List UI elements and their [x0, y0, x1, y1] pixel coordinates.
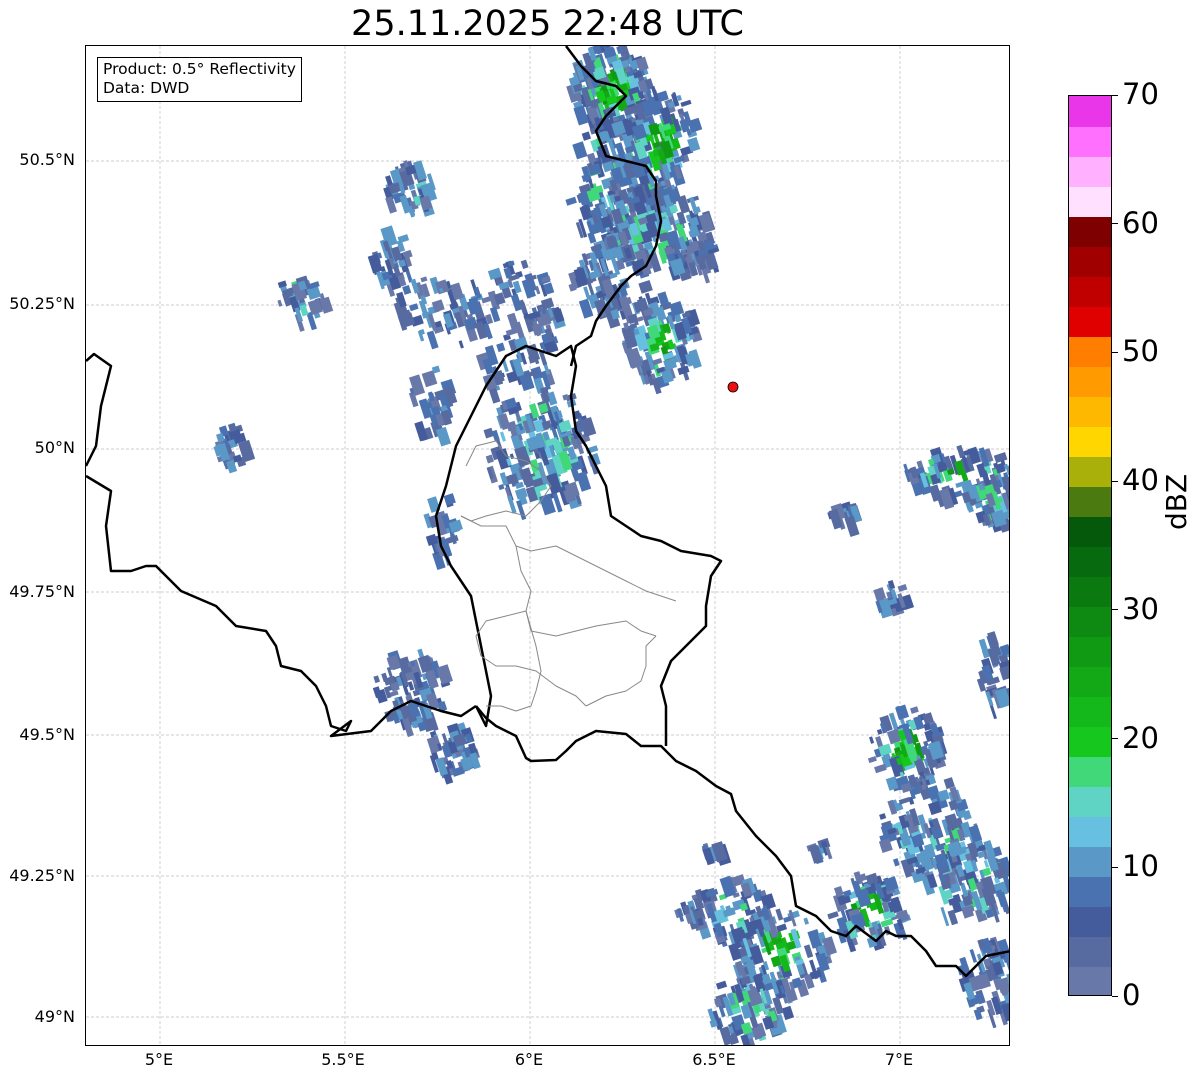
- colorbar-segment: [1069, 846, 1111, 878]
- colorbar-tick-label: 10: [1122, 849, 1159, 884]
- lat-tick-label: 49.75°N: [9, 582, 75, 601]
- colorbar-segment: [1069, 426, 1111, 457]
- colorbar-tick: [1112, 738, 1118, 740]
- colorbar-segment: [1069, 336, 1111, 367]
- product-info-box: Product: 0.5° Reflectivity Data: DWD: [97, 57, 302, 102]
- colorbar-tick: [1112, 866, 1118, 868]
- lat-tick-label: 49.5°N: [19, 725, 75, 744]
- colorbar-segment: [1069, 246, 1111, 277]
- colorbar-tick: [1112, 480, 1118, 482]
- colorbar-tick: [1112, 94, 1118, 96]
- lat-tick-label: 49.25°N: [9, 866, 75, 885]
- map-title: 25.11.2025 22:48 UTC: [351, 4, 744, 44]
- lon-tick-label: 5°E: [144, 1050, 174, 1069]
- lon-tick-label: 6.5°E: [692, 1050, 736, 1069]
- colorbar-segment: [1069, 906, 1111, 938]
- colorbar-segment: [1069, 126, 1111, 157]
- colorbar-segment: [1069, 636, 1111, 668]
- lat-tick-label: 49°N: [34, 1007, 75, 1026]
- colorbar-tick-label: 70: [1122, 77, 1159, 111]
- lat-tick-label: 50.5°N: [19, 150, 75, 169]
- colorbar-segment: [1069, 486, 1111, 517]
- data-source-label: Data: DWD: [103, 79, 190, 97]
- colorbar-segment: [1069, 606, 1111, 638]
- colorbar-segment: [1069, 186, 1111, 217]
- colorbar-tick-label: 40: [1122, 463, 1159, 498]
- colorbar-segment: [1069, 816, 1111, 848]
- colorbar-segment: [1069, 666, 1111, 698]
- colorbar-segment: [1069, 786, 1111, 818]
- lon-tick-label: 5.5°E: [321, 1050, 365, 1069]
- colorbar-tick: [1112, 223, 1118, 225]
- precipitation-echoes: [213, 46, 1009, 1045]
- radar-map-canvas: [86, 46, 1009, 1045]
- colorbar-tick-label: 60: [1122, 205, 1159, 240]
- colorbar-segment: [1069, 966, 1111, 995]
- colorbar-segment: [1069, 216, 1111, 247]
- radar-site-marker[interactable]: [727, 381, 739, 393]
- colorbar-tick-label: 0: [1122, 978, 1141, 1012]
- colorbar-segment: [1069, 936, 1111, 968]
- product-label: Product: 0.5° Reflectivity: [103, 60, 296, 78]
- colorbar-segment: [1069, 876, 1111, 908]
- colorbar-segment: [1069, 546, 1111, 578]
- colorbar-unit-label: dBZ: [1160, 473, 1193, 530]
- colorbar-segment: [1069, 396, 1111, 427]
- colorbar-segment: [1069, 756, 1111, 788]
- colorbar-segment: [1069, 306, 1111, 337]
- colorbar-segment: [1069, 726, 1111, 758]
- colorbar-segment: [1069, 276, 1111, 307]
- colorbar-tick: [1112, 609, 1118, 611]
- colorbar-tick: [1112, 995, 1118, 997]
- lon-tick-label: 7°E: [884, 1050, 914, 1069]
- colorbar-segment: [1069, 156, 1111, 187]
- radar-map[interactable]: [85, 45, 1010, 1046]
- dbz-colorbar: [1068, 95, 1112, 996]
- lat-tick-label: 50.25°N: [9, 294, 75, 313]
- colorbar-segment: [1069, 576, 1111, 608]
- colorbar-segment: [1069, 96, 1111, 127]
- colorbar-segment: [1069, 516, 1111, 547]
- lat-tick-label: 50°N: [34, 438, 75, 457]
- colorbar-tick-label: 30: [1122, 591, 1159, 626]
- colorbar-segment: [1069, 366, 1111, 397]
- colorbar-tick-label: 20: [1122, 720, 1159, 755]
- colorbar-segment: [1069, 456, 1111, 487]
- colorbar-tick: [1112, 351, 1118, 353]
- colorbar-segment: [1069, 696, 1111, 728]
- lon-tick-label: 6°E: [514, 1050, 544, 1069]
- colorbar-tick-label: 50: [1122, 334, 1159, 369]
